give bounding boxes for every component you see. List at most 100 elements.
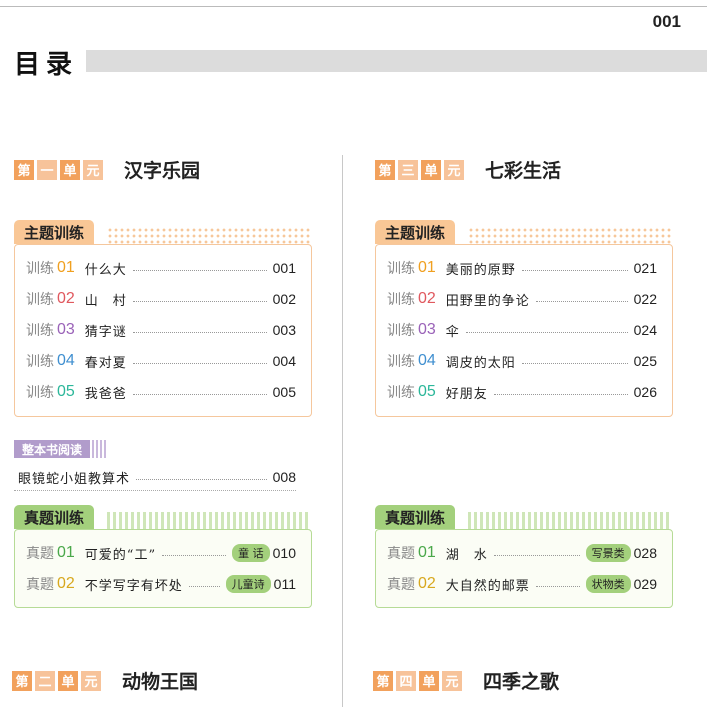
item-page: 028 <box>633 545 657 561</box>
item-page: 008 <box>272 469 296 485</box>
exam-item[interactable]: 真题 01 湖 水 写景类 028 <box>387 543 657 563</box>
item-page: 011 <box>273 576 296 592</box>
item-title: 湖 水 <box>445 547 488 563</box>
unit-header-4[interactable]: 第 四 单 元 四季之歌 <box>373 667 559 694</box>
tab-dots <box>468 227 672 245</box>
exam-item[interactable]: 真题 02 大自然的邮票 状物类 029 <box>387 574 657 594</box>
toc-item[interactable]: 训练 02 田野里的争论 022 <box>387 289 657 309</box>
item-title: 不学写字有坏处 <box>84 578 183 594</box>
toc-item[interactable]: 训练 02 山 村 002 <box>26 289 296 309</box>
unit-char: 元 <box>83 159 103 180</box>
leader-dots <box>132 331 267 333</box>
item-title: 伞 <box>445 324 460 340</box>
unit-name: 汉字乐园 <box>124 160 201 182</box>
unit-name: 动物王国 <box>122 671 199 693</box>
item-label: 训练 <box>387 261 415 277</box>
item-label: 训练 <box>387 323 415 339</box>
unit-char: 二 <box>35 670 55 691</box>
item-page: 021 <box>633 260 657 276</box>
unit-header-3[interactable]: 第 三 单 元 七彩生活 <box>375 156 561 183</box>
leader-dots <box>132 362 267 364</box>
unit-char: 单 <box>60 159 80 180</box>
toc-item[interactable]: 训练 01 美丽的原野 021 <box>387 258 657 278</box>
item-page: 025 <box>633 353 657 369</box>
genre-tag: 状物类 <box>585 575 631 593</box>
exam-item[interactable]: 真题 02 不学写字有坏处 儿童诗 011 <box>26 574 296 594</box>
exam-box <box>375 529 673 608</box>
theme-tab: 主题训练 <box>14 220 95 244</box>
unit-char: 单 <box>419 670 439 691</box>
item-label: 训练 <box>26 261 54 277</box>
leader-dots <box>132 269 267 271</box>
leader-dots <box>132 393 267 395</box>
theme-tab: 主题训练 <box>375 220 456 244</box>
item-page: 005 <box>272 384 296 400</box>
unit-char: 元 <box>442 670 462 691</box>
unit-header-2[interactable]: 第 二 单 元 动物王国 <box>12 667 198 694</box>
item-label: 训练 <box>26 385 54 401</box>
item-number: 02 <box>418 290 436 307</box>
unit-char: 四 <box>396 670 416 691</box>
exam-item[interactable]: 真题 01 可爱的“工” 童 话 010 <box>26 543 296 563</box>
item-title: 山 村 <box>84 293 127 309</box>
unit-header-1[interactable]: 第 一 单 元 汉字乐园 <box>14 156 200 183</box>
unit-char: 单 <box>58 670 78 691</box>
item-page: 004 <box>272 353 296 369</box>
item-number: 01 <box>418 259 436 276</box>
toc-item[interactable]: 训练 03 伞 024 <box>387 320 657 340</box>
item-title: 美丽的原野 <box>445 262 516 278</box>
column-divider <box>342 155 343 707</box>
item-number: 05 <box>418 383 436 400</box>
item-title: 田野里的争论 <box>445 293 530 309</box>
item-number: 01 <box>57 259 75 276</box>
unit-char: 单 <box>421 159 441 180</box>
item-page: 024 <box>633 322 657 338</box>
item-number: 03 <box>418 321 436 338</box>
item-page: 029 <box>633 576 657 592</box>
item-page: 001 <box>272 260 296 276</box>
item-title: 可爱的“工” <box>84 547 157 563</box>
item-label: 真题 <box>387 546 415 562</box>
leader-dots <box>521 269 628 271</box>
item-title: 什么大 <box>84 262 127 278</box>
genre-tag: 写景类 <box>585 544 631 562</box>
exam-box <box>14 529 312 608</box>
reading-badge: 整本书阅读 <box>14 440 107 458</box>
toc-item[interactable]: 训练 04 春对夏 004 <box>26 351 296 371</box>
item-number: 04 <box>418 352 436 369</box>
toc-item[interactable]: 训练 05 好朋友 026 <box>387 382 657 402</box>
leader-dots <box>136 478 267 480</box>
item-page: 003 <box>272 322 296 338</box>
item-label: 真题 <box>387 577 415 593</box>
toc-item-reading[interactable]: 眼镜蛇小姐教算术 008 <box>18 467 296 487</box>
item-title: 调皮的太阳 <box>445 355 516 371</box>
toc-item[interactable]: 训练 04 调皮的太阳 025 <box>387 351 657 371</box>
toc-item[interactable]: 训练 03 猜字谜 003 <box>26 320 296 340</box>
tab-stripes <box>468 512 672 530</box>
unit-char: 元 <box>81 670 101 691</box>
toc-item[interactable]: 训练 01 什么大 001 <box>26 258 296 278</box>
item-number: 01 <box>57 544 75 561</box>
leader-dots <box>535 300 628 302</box>
item-label: 真题 <box>26 546 54 562</box>
exam-tab: 真题训练 <box>14 505 95 529</box>
item-number: 02 <box>418 575 436 592</box>
item-label: 训练 <box>387 385 415 401</box>
toc-item[interactable]: 训练 05 我爸爸 005 <box>26 382 296 402</box>
item-label: 训练 <box>387 354 415 370</box>
item-number: 03 <box>57 321 75 338</box>
top-rule <box>0 6 707 7</box>
item-title: 春对夏 <box>84 355 127 371</box>
reading-badge-label: 整本书阅读 <box>14 440 91 458</box>
item-title: 眼镜蛇小姐教算术 <box>18 471 131 487</box>
unit-name: 四季之歌 <box>483 671 560 693</box>
item-title: 猜字谜 <box>84 324 127 340</box>
leader-dots <box>132 300 267 302</box>
leader-dots <box>493 554 580 556</box>
tab-stripes <box>107 512 311 530</box>
item-number: 05 <box>57 383 75 400</box>
unit-char: 一 <box>37 159 57 180</box>
unit-char: 三 <box>398 159 418 180</box>
title-bar <box>86 50 707 72</box>
unit-char: 第 <box>12 670 32 691</box>
